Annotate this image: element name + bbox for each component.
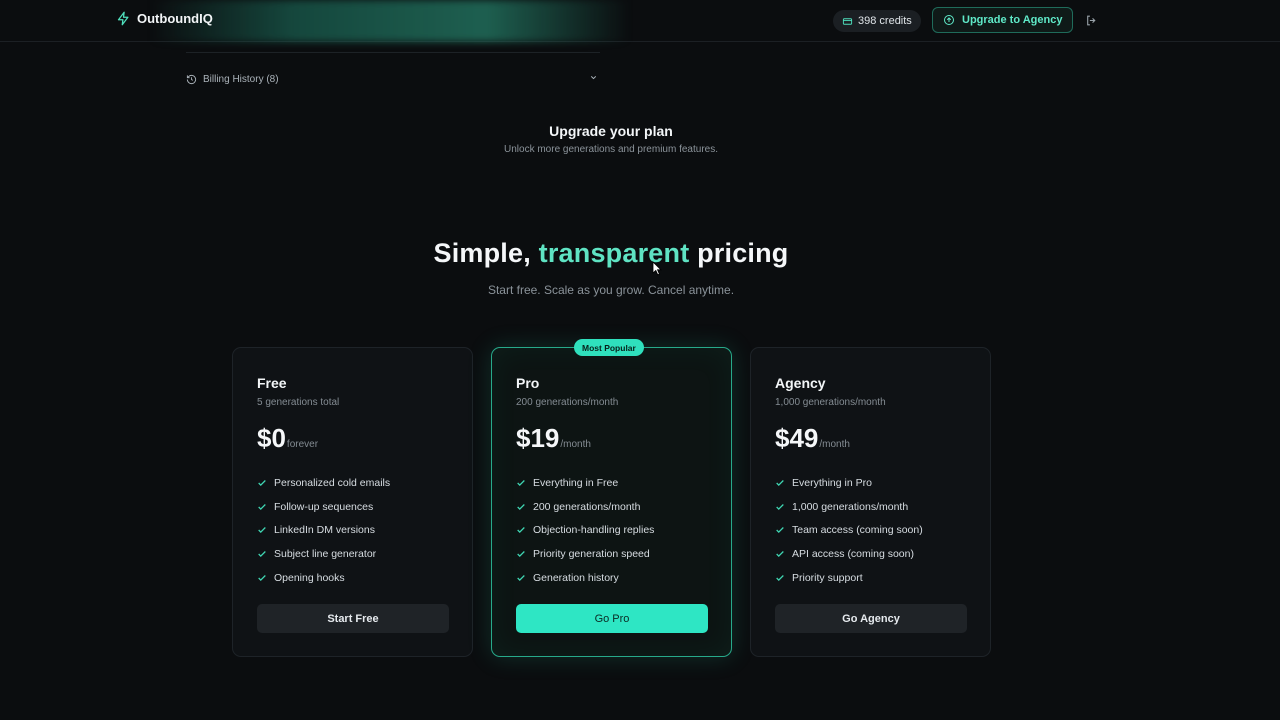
feature-list: Personalized cold emails Follow-up seque… bbox=[257, 471, 390, 589]
check-icon bbox=[517, 527, 525, 534]
credit-card-icon bbox=[842, 17, 853, 25]
section-divider bbox=[186, 52, 600, 53]
feature-item: Opening hooks bbox=[257, 566, 390, 590]
check-icon bbox=[258, 479, 266, 486]
feature-item: 200 generations/month bbox=[516, 495, 654, 519]
start-free-button[interactable]: Start Free bbox=[257, 604, 449, 633]
pricing-subtitle: Start free. Scale as you grow. Cancel an… bbox=[487, 283, 735, 297]
credits-badge: 398 credits bbox=[833, 10, 921, 32]
feature-item: Subject line generator bbox=[257, 542, 390, 566]
check-icon bbox=[776, 574, 784, 581]
price-period: /month bbox=[819, 439, 850, 450]
plan-generations: 5 generations total bbox=[257, 397, 340, 408]
feature-text: Opening hooks bbox=[274, 571, 345, 584]
check-icon bbox=[258, 527, 266, 534]
plan-generations: 1,000 generations/month bbox=[775, 397, 886, 408]
check-icon bbox=[776, 550, 784, 557]
chevron-down-icon bbox=[590, 76, 597, 80]
plan-price: $0 forever bbox=[257, 423, 318, 454]
logout-icon[interactable] bbox=[1085, 14, 1098, 27]
feature-item: API access (coming soon) bbox=[775, 542, 923, 566]
price-period: forever bbox=[286, 439, 319, 450]
feature-text: Everything in Pro bbox=[792, 476, 872, 489]
most-popular-badge: Most Popular bbox=[574, 339, 644, 356]
feature-text: 200 generations/month bbox=[533, 500, 641, 513]
feature-text: Objection-handling replies bbox=[533, 524, 655, 537]
feature-text: Subject line generator bbox=[274, 547, 377, 560]
upgrade-subtitle: Unlock more generations and premium feat… bbox=[504, 144, 718, 155]
zap-icon bbox=[117, 11, 129, 26]
feature-item: Everything in Free bbox=[516, 471, 654, 495]
check-icon bbox=[258, 574, 266, 581]
feature-item: Everything in Pro bbox=[775, 471, 923, 495]
feature-text: API access (coming soon) bbox=[792, 547, 914, 560]
feature-list: Everything in Free 200 generations/month… bbox=[516, 471, 654, 589]
header-glow bbox=[150, 0, 630, 42]
billing-history-label: Billing History (8) bbox=[203, 73, 279, 85]
upgrade-title: Upgrade your plan bbox=[549, 123, 673, 139]
feature-item: Objection-handling replies bbox=[516, 518, 654, 542]
plan-card-agency: Agency 1,000 generations/month $49 /mont… bbox=[750, 347, 991, 657]
feature-item: Team access (coming soon) bbox=[775, 518, 923, 542]
heading-part-2: pricing bbox=[689, 238, 789, 268]
pricing-heading: Simple, transparent pricing bbox=[0, 238, 1222, 269]
feature-item: Priority support bbox=[775, 566, 923, 590]
billing-history-toggle[interactable]: Billing History (8) bbox=[186, 70, 600, 88]
price-amount: $19 bbox=[516, 423, 560, 453]
plan-card-free: Free 5 generations total $0 forever Pers… bbox=[232, 347, 473, 657]
price-amount: $49 bbox=[775, 423, 819, 453]
heading-accent: transparent bbox=[538, 238, 690, 268]
check-icon bbox=[258, 550, 266, 557]
history-icon bbox=[186, 74, 197, 84]
feature-text: Everything in Free bbox=[533, 476, 619, 489]
mouse-cursor-icon bbox=[652, 261, 662, 276]
feature-item: LinkedIn DM versions bbox=[257, 518, 390, 542]
check-icon bbox=[517, 574, 525, 581]
check-icon bbox=[517, 479, 525, 486]
plan-name: Pro bbox=[516, 375, 540, 391]
feature-item: 1,000 generations/month bbox=[775, 495, 923, 519]
plan-name: Agency bbox=[775, 375, 826, 391]
feature-text: Follow-up sequences bbox=[274, 500, 374, 513]
check-icon bbox=[258, 503, 266, 510]
upgrade-label: Upgrade to Agency bbox=[962, 14, 1063, 26]
check-icon bbox=[776, 479, 784, 486]
feature-text: Generation history bbox=[533, 571, 619, 584]
feature-item: Personalized cold emails bbox=[257, 471, 390, 495]
feature-item: Generation history bbox=[516, 566, 654, 590]
plan-card-pro: Most Popular Pro 200 generations/month $… bbox=[491, 339, 732, 657]
feature-list: Everything in Pro 1,000 generations/mont… bbox=[775, 471, 923, 589]
check-icon bbox=[776, 503, 784, 510]
upgrade-to-agency-button[interactable]: Upgrade to Agency bbox=[932, 7, 1074, 33]
plan-price: $19 /month bbox=[516, 423, 591, 454]
feature-item: Priority generation speed bbox=[516, 542, 654, 566]
go-agency-button[interactable]: Go Agency bbox=[775, 604, 967, 633]
brand-logo[interactable]: OutboundIQ bbox=[116, 11, 213, 26]
go-pro-button[interactable]: Go Pro bbox=[516, 604, 708, 633]
check-icon bbox=[517, 503, 525, 510]
plan-price: $49 /month bbox=[775, 423, 850, 454]
plan-generations: 200 generations/month bbox=[516, 397, 619, 408]
feature-text: Priority support bbox=[792, 571, 863, 584]
check-icon bbox=[517, 550, 525, 557]
feature-text: Personalized cold emails bbox=[274, 476, 391, 489]
price-period: /month bbox=[560, 439, 591, 450]
brand-name: OutboundIQ bbox=[137, 11, 213, 26]
arrow-up-circle-icon bbox=[944, 15, 954, 25]
plan-name: Free bbox=[257, 375, 287, 391]
feature-text: LinkedIn DM versions bbox=[274, 524, 375, 537]
feature-text: Priority generation speed bbox=[533, 547, 650, 560]
credits-count: 398 credits bbox=[858, 15, 912, 27]
feature-text: 1,000 generations/month bbox=[792, 500, 909, 513]
feature-text: Team access (coming soon) bbox=[792, 524, 923, 537]
feature-item: Follow-up sequences bbox=[257, 495, 390, 519]
top-bar: OutboundIQ 398 credits Upgrade to Agency bbox=[0, 0, 1280, 42]
check-icon bbox=[776, 527, 784, 534]
price-amount: $0 bbox=[257, 423, 286, 453]
heading-part-1: Simple, bbox=[433, 238, 539, 268]
